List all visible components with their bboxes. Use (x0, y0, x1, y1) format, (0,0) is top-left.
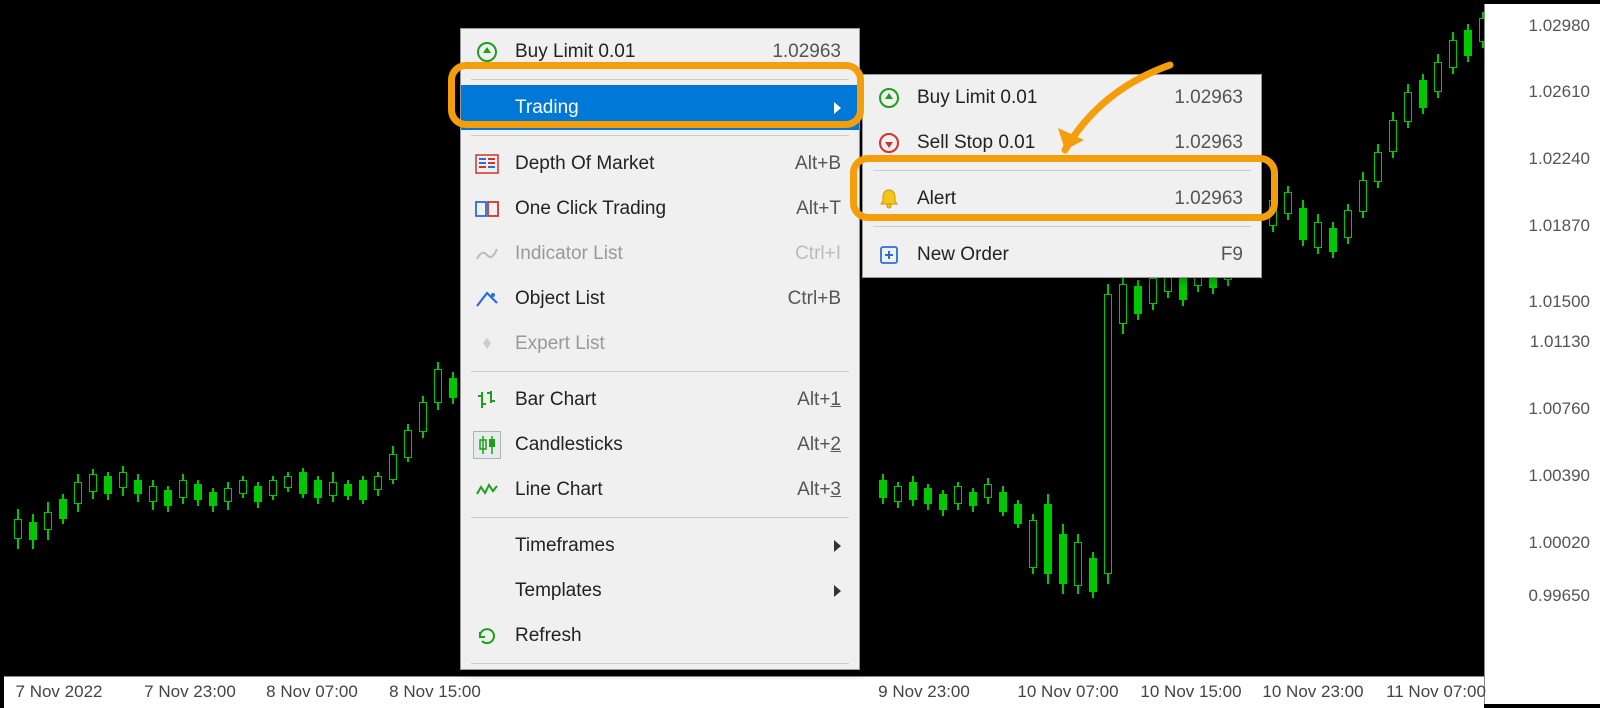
menu-shortcut: Alt+B (795, 153, 841, 175)
menu-line-chart[interactable]: Line Chart Alt+3 (461, 467, 859, 512)
menu-label: Refresh (515, 625, 841, 647)
new-order-icon (875, 241, 903, 269)
menu-shortcut: Alt+2 (797, 434, 841, 456)
menu-price: 1.02963 (772, 41, 841, 63)
depth-icon (473, 150, 501, 178)
menu-label: Object List (515, 288, 758, 310)
menu-price: 1.02963 (1174, 188, 1243, 210)
sell-stop-icon (875, 129, 903, 157)
menu-expert-list: Expert List (461, 321, 859, 366)
annotation-arrow (1040, 60, 1180, 170)
blank-icon (473, 577, 501, 605)
menu-label: New Order (917, 244, 1191, 266)
chart-context-menu: Buy Limit 0.01 1.02963 Trading Depth Of … (460, 28, 860, 670)
menu-trading[interactable]: Trading (461, 85, 859, 130)
menu-shortcut: Alt+3 (797, 479, 841, 501)
menu-refresh[interactable]: Refresh (461, 613, 859, 658)
one-click-icon (473, 195, 501, 223)
menu-label: Line Chart (515, 479, 767, 501)
submenu-alert[interactable]: Alert 1.02963 (863, 176, 1261, 221)
menu-timeframes[interactable]: Timeframes (461, 523, 859, 568)
buy-limit-icon (473, 38, 501, 66)
line-chart-icon (473, 476, 501, 504)
menu-label: Candlesticks (515, 434, 767, 456)
menu-shortcut: Ctrl+B (788, 288, 841, 310)
submenu-arrow-icon (834, 585, 841, 597)
alert-bell-icon (875, 185, 903, 213)
menu-shortcut: Alt+1 (797, 389, 841, 411)
blank-icon (473, 94, 501, 122)
menu-separator (873, 170, 1251, 171)
menu-label: Templates (515, 580, 814, 602)
price-axis: 1.02980 1.02610 1.02240 1.01870 1.01500 … (1484, 4, 1600, 704)
menu-label: Alert (917, 188, 1144, 210)
menu-depth-of-market[interactable]: Depth Of Market Alt+B (461, 141, 859, 186)
menu-object-list[interactable]: Object List Ctrl+B (461, 276, 859, 321)
buy-limit-icon (875, 84, 903, 112)
expert-icon (473, 330, 501, 358)
submenu-arrow-icon (834, 540, 841, 552)
blank-icon (473, 532, 501, 560)
menu-price: 1.02963 (1174, 132, 1243, 154)
menu-label: Depth Of Market (515, 153, 765, 175)
menu-templates[interactable]: Templates (461, 568, 859, 613)
menu-label: Expert List (515, 333, 841, 355)
menu-label: Trading (515, 97, 814, 119)
menu-label: Indicator List (515, 243, 765, 265)
menu-shortcut: Alt+T (796, 198, 841, 220)
menu-bar-chart[interactable]: Bar Chart Alt+1 (461, 377, 859, 422)
menu-one-click-trading[interactable]: One Click Trading Alt+T (461, 186, 859, 231)
menu-separator (873, 226, 1251, 227)
time-axis: 7 Nov 2022 7 Nov 23:00 8 Nov 07:00 8 Nov… (4, 676, 1484, 708)
menu-separator (471, 663, 849, 664)
candlesticks-icon (473, 431, 501, 459)
menu-label: Buy Limit 0.01 (515, 41, 742, 63)
menu-candlesticks[interactable]: Candlesticks Alt+2 (461, 422, 859, 467)
menu-shortcut: F9 (1221, 244, 1243, 266)
menu-separator (471, 135, 849, 136)
menu-separator (471, 79, 849, 80)
menu-label: Timeframes (515, 535, 814, 557)
menu-buy-limit[interactable]: Buy Limit 0.01 1.02963 (461, 29, 859, 74)
object-list-icon (473, 285, 501, 313)
submenu-arrow-icon (834, 102, 841, 114)
refresh-icon (473, 622, 501, 650)
indicator-icon (473, 240, 501, 268)
menu-price: 1.02963 (1174, 87, 1243, 109)
bar-chart-icon (473, 386, 501, 414)
menu-label: Bar Chart (515, 389, 767, 411)
submenu-new-order[interactable]: New Order F9 (863, 232, 1261, 277)
menu-separator (471, 371, 849, 372)
menu-shortcut: Ctrl+I (795, 243, 841, 265)
menu-indicator-list: Indicator List Ctrl+I (461, 231, 859, 276)
menu-separator (471, 517, 849, 518)
menu-label: One Click Trading (515, 198, 766, 220)
